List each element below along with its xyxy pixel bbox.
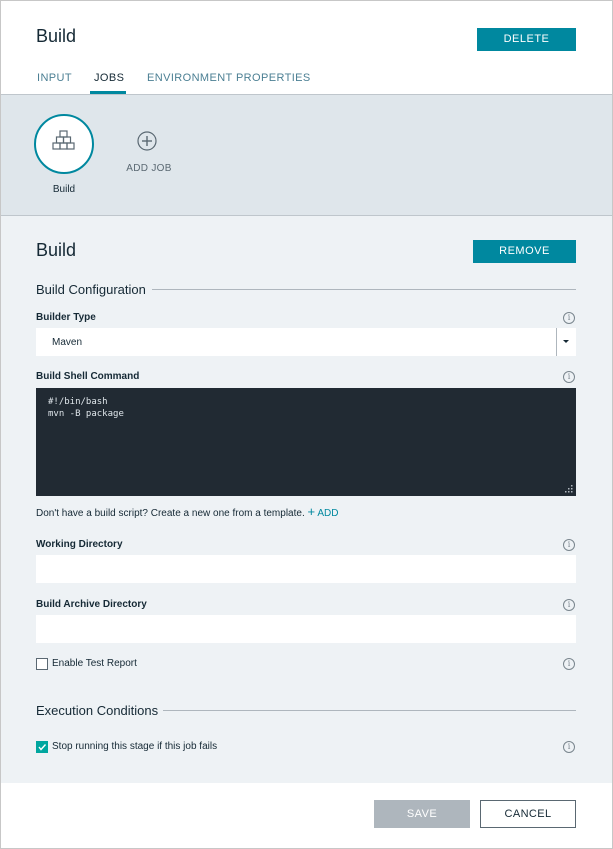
code-line: #!/bin/bash bbox=[48, 397, 108, 407]
divider bbox=[152, 289, 576, 290]
info-icon[interactable]: i bbox=[563, 599, 575, 611]
plus-icon: + bbox=[307, 504, 316, 519]
shell-command-editor[interactable]: #!/bin/bash mvn -B package bbox=[36, 388, 576, 496]
active-tab-indicator bbox=[90, 91, 126, 94]
add-job-icon[interactable] bbox=[137, 131, 157, 151]
working-directory-label: Working Directory bbox=[36, 539, 123, 550]
info-icon[interactable]: i bbox=[563, 312, 575, 324]
builder-type-value: Maven bbox=[52, 337, 83, 348]
save-button[interactable]: SAVE bbox=[374, 800, 470, 828]
dialog-footer: SAVE CANCEL bbox=[1, 783, 612, 848]
delete-button[interactable]: DELETE bbox=[477, 28, 576, 51]
build-configuration-heading: Build Configuration bbox=[36, 282, 146, 297]
builder-type-label: Builder Type bbox=[36, 312, 96, 323]
info-icon[interactable]: i bbox=[563, 371, 575, 383]
info-icon[interactable]: i bbox=[563, 539, 575, 551]
template-hint: Don't have a build script? Create a new … bbox=[36, 504, 338, 519]
stop-running-label: Stop running this stage if this job fail… bbox=[52, 741, 218, 752]
build-blocks-icon bbox=[52, 130, 75, 150]
job-item-label: Build bbox=[52, 184, 76, 195]
tab-input[interactable]: INPUT bbox=[37, 72, 72, 84]
cancel-button[interactable]: CANCEL bbox=[480, 800, 576, 828]
stop-running-checkbox[interactable] bbox=[36, 741, 48, 753]
stage-config-dialog: Build DELETE INPUT JOBS ENVIRONMENT PROP… bbox=[0, 0, 613, 849]
divider bbox=[163, 710, 576, 711]
remove-button[interactable]: REMOVE bbox=[473, 240, 576, 263]
shell-command-label: Build Shell Command bbox=[36, 371, 140, 382]
tab-environment-properties[interactable]: ENVIRONMENT PROPERTIES bbox=[147, 72, 311, 84]
page-title: Build bbox=[36, 26, 77, 46]
tab-bar: INPUT JOBS ENVIRONMENT PROPERTIES bbox=[1, 65, 612, 95]
tab-jobs[interactable]: JOBS bbox=[94, 72, 124, 84]
checkmark-icon bbox=[38, 744, 47, 751]
archive-directory-label: Build Archive Directory bbox=[36, 599, 147, 610]
add-job-button[interactable]: ADD JOB bbox=[119, 163, 179, 174]
job-config-panel: Build REMOVE Build Configuration Builder… bbox=[1, 216, 612, 783]
code-line: mvn -B package bbox=[48, 409, 124, 419]
job-title: Build bbox=[36, 240, 77, 260]
chevron-down-icon[interactable] bbox=[556, 328, 576, 356]
archive-directory-input[interactable] bbox=[36, 615, 576, 643]
template-hint-text: Don't have a build script? Create a new … bbox=[36, 508, 305, 519]
resize-grip-icon[interactable] bbox=[565, 485, 573, 493]
enable-test-report-checkbox[interactable] bbox=[36, 658, 48, 670]
add-template-link[interactable]: + ADD bbox=[308, 504, 339, 519]
info-icon[interactable]: i bbox=[563, 741, 575, 753]
enable-test-report-label: Enable Test Report bbox=[52, 658, 137, 669]
add-template-label: ADD bbox=[317, 508, 339, 519]
working-directory-input[interactable] bbox=[36, 555, 576, 583]
jobs-list: Build ADD JOB bbox=[1, 95, 612, 216]
builder-type-select[interactable]: Maven bbox=[36, 328, 576, 356]
info-icon[interactable]: i bbox=[563, 658, 575, 670]
job-item-build[interactable] bbox=[34, 114, 94, 174]
execution-conditions-heading: Execution Conditions bbox=[36, 703, 159, 718]
